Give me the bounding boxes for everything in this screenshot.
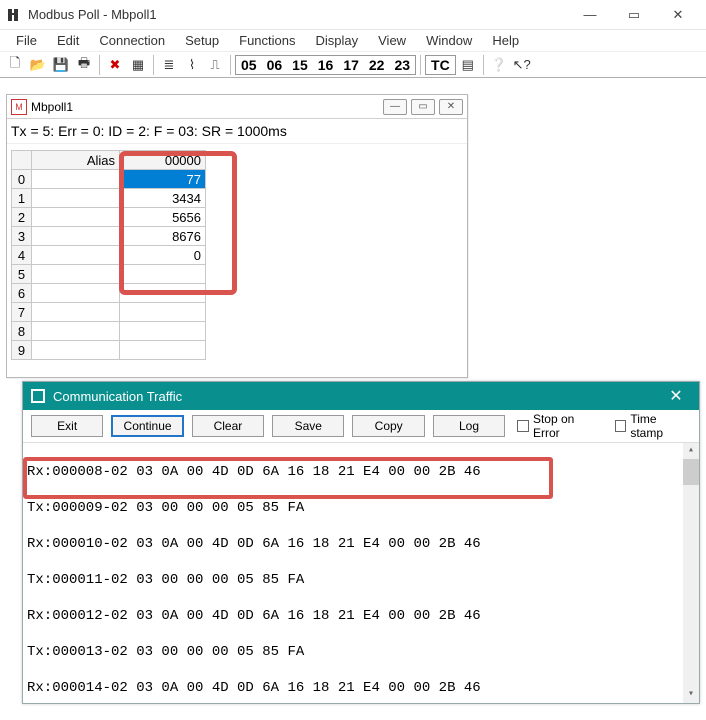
menu-edit[interactable]: Edit [47,31,89,50]
tc-button[interactable]: TC [425,55,456,75]
fc-06[interactable]: 06 [262,57,288,73]
header-col0: 00000 [120,151,206,170]
align-icon[interactable]: ≣ [158,54,180,76]
child-minimize-button[interactable]: — [383,99,407,115]
table-row: 38676 [12,227,206,246]
traffic-line: Tx:000013-02 03 00 00 00 05 85 FA [27,643,695,661]
menu-help[interactable]: Help [482,31,529,50]
copy-button[interactable]: Copy [352,415,424,437]
table-row: 13434 [12,189,206,208]
table-row: 5 [12,265,206,284]
table-row: 077 [12,170,206,189]
log-button[interactable]: Log [433,415,505,437]
comm-toolbar: Exit Continue Clear Save Copy Log Stop o… [23,410,699,442]
register-table: Alias 00000 077 13434 25656 38676 40 5 6… [11,150,206,360]
fc-22[interactable]: 22 [364,57,390,73]
corner-cell [12,151,32,170]
pulse-icon[interactable]: ⎍ [204,54,226,76]
window-title: Modbus Poll - Mbpoll1 [28,7,157,22]
settings-icon[interactable]: ▤ [457,54,479,76]
minimize-button[interactable]: — [568,0,612,30]
close-button[interactable]: ✕ [656,0,700,30]
traffic-line: Rx:000010-02 03 0A 00 4D 0D 6A 16 18 21 … [27,535,695,553]
comm-window-icon [31,389,45,403]
table-row: 25656 [12,208,206,227]
communication-traffic-window: Communication Traffic ✕ Exit Continue Cl… [22,381,700,704]
header-alias: Alias [32,151,120,170]
comm-close-button[interactable]: ✕ [661,386,691,406]
traffic-log: Rx:000008-02 03 0A 00 4D 0D 6A 16 18 21 … [23,442,699,703]
scroll-up-icon[interactable]: ▴ [683,443,699,459]
new-icon[interactable]: 🗋 [4,54,26,76]
menu-connection[interactable]: Connection [89,31,175,50]
fc-05[interactable]: 05 [236,57,262,73]
traffic-line: Tx:000009-02 03 00 00 00 05 85 FA [27,499,695,517]
traffic-line: Rx:000008-02 03 0A 00 4D 0D 6A 16 18 21 … [27,463,695,481]
stop-on-error-checkbox[interactable]: Stop on Error [517,412,602,440]
mbpoll-window: M Mbpoll1 — ▭ ✕ Tx = 5: Err = 0: ID = 2:… [6,94,468,378]
chart-icon[interactable]: ⌇ [181,54,203,76]
fc-17[interactable]: 17 [338,57,364,73]
table-row: 8 [12,322,206,341]
titlebar: Modbus Poll - Mbpoll1 — ▭ ✕ [0,0,706,30]
table-row: 9 [12,341,206,360]
traffic-line: Rx:000014-02 03 0A 00 4D 0D 6A 16 18 21 … [27,679,695,697]
fc-15[interactable]: 15 [287,57,313,73]
clear-button[interactable]: Clear [192,415,264,437]
window-icon[interactable]: ▦ [127,54,149,76]
print-icon[interactable]: 🖶 [73,54,95,76]
menu-display[interactable]: Display [306,31,369,50]
menu-window[interactable]: Window [416,31,482,50]
scroll-thumb[interactable] [683,459,699,485]
scrollbar[interactable]: ▴ ▾ [683,443,699,703]
fc-23[interactable]: 23 [389,57,415,73]
table-row: 6 [12,284,206,303]
comm-titlebar: Communication Traffic ✕ [23,382,699,410]
time-stamp-checkbox[interactable]: Time stamp [615,412,691,440]
status-line: Tx = 5: Err = 0: ID = 2: F = 03: SR = 10… [7,119,467,144]
save-icon[interactable]: 💾 [50,54,72,76]
menu-view[interactable]: View [368,31,416,50]
help-icon[interactable]: ❔ [488,54,510,76]
child-titlebar: M Mbpoll1 — ▭ ✕ [7,95,467,119]
fc-16[interactable]: 16 [313,57,339,73]
open-icon[interactable]: 📂 [27,54,49,76]
whats-this-icon[interactable]: ↖? [511,54,533,76]
child-maximize-button[interactable]: ▭ [411,99,435,115]
menu-functions[interactable]: Functions [229,31,305,50]
comm-title-text: Communication Traffic [53,389,182,404]
mdi-area: M Mbpoll1 — ▭ ✕ Tx = 5: Err = 0: ID = 2:… [0,78,706,720]
exit-button[interactable]: Exit [31,415,103,437]
table-row: 40 [12,246,206,265]
child-close-button[interactable]: ✕ [439,99,463,115]
save-button[interactable]: Save [272,415,344,437]
menu-file[interactable]: File [6,31,47,50]
traffic-line: Tx:000011-02 03 00 00 00 05 85 FA [27,571,695,589]
traffic-line: Rx:000012-02 03 0A 00 4D 0D 6A 16 18 21 … [27,607,695,625]
maximize-button[interactable]: ▭ [612,0,656,30]
continue-button[interactable]: Continue [111,415,183,437]
child-window-icon: M [11,99,27,115]
menu-setup[interactable]: Setup [175,31,229,50]
app-icon [6,7,22,23]
toolbar: 🗋 📂 💾 🖶 ✖ ▦ ≣ ⌇ ⎍ 05 06 15 16 17 22 23 T… [0,52,706,78]
menubar: File Edit Connection Setup Functions Dis… [0,30,706,52]
child-title-text: Mbpoll1 [31,100,73,114]
delete-icon[interactable]: ✖ [104,54,126,76]
scroll-down-icon[interactable]: ▾ [683,687,699,703]
table-row: 7 [12,303,206,322]
function-code-buttons: 05 06 15 16 17 22 23 [235,55,416,75]
